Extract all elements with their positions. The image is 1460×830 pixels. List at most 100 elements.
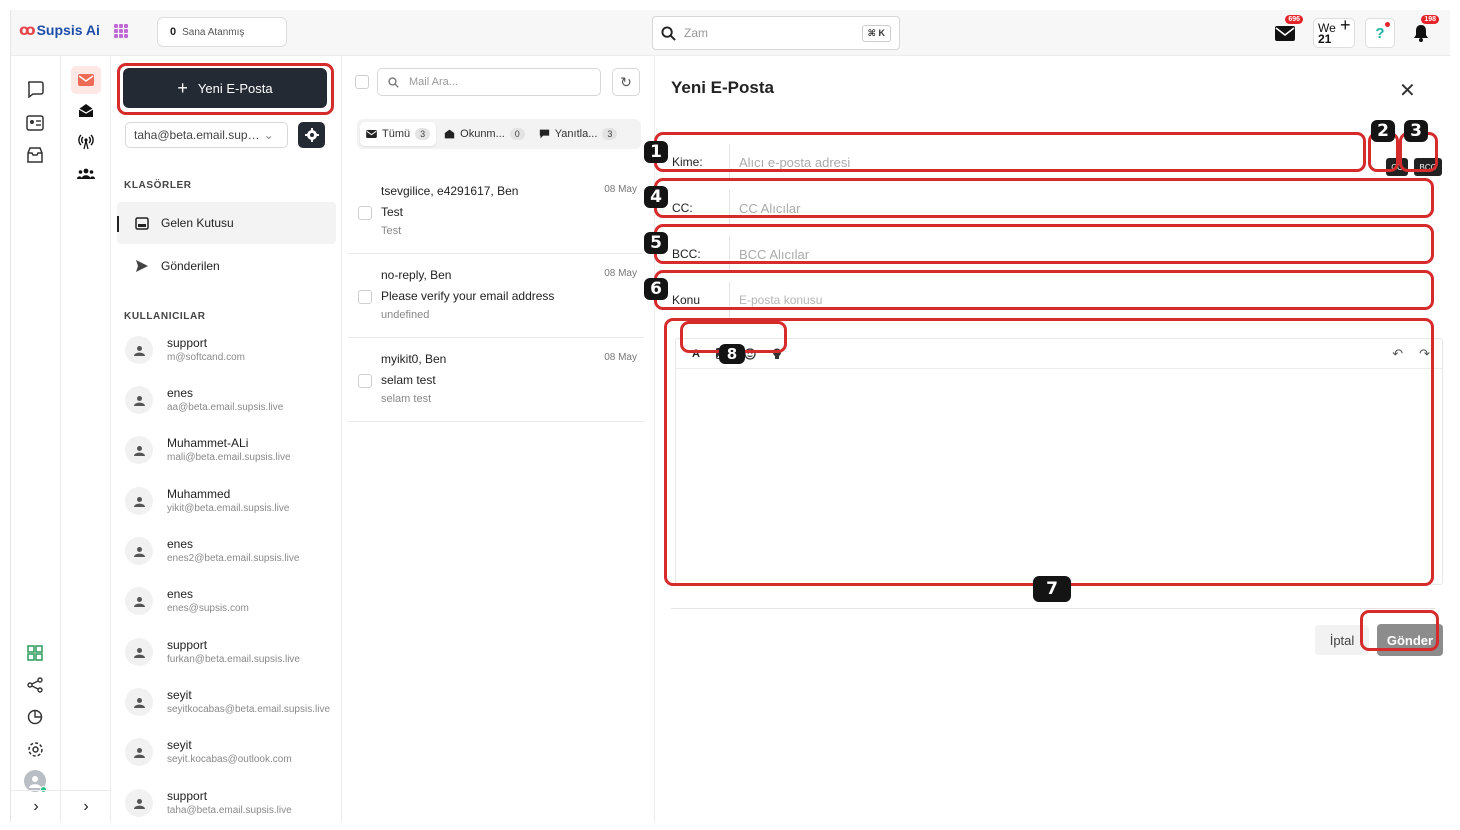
chevron-down-icon: ⌄	[263, 128, 274, 142]
send-icon	[136, 260, 148, 272]
bcc-toggle-button[interactable]: BCC	[1414, 158, 1442, 176]
close-icon: ✕	[1399, 80, 1416, 102]
select-all-checkbox[interactable]	[355, 75, 369, 89]
to-label: Kime:	[672, 155, 703, 169]
user-item[interactable]: enes aa@beta.email.supsis.live	[125, 380, 335, 420]
plus-icon: +	[1340, 15, 1351, 35]
user-item[interactable]: seyit seyit.kocabas@outlook.com	[125, 732, 335, 772]
global-search-input[interactable]: Zam ⌘ K	[652, 16, 900, 50]
emoji-icon[interactable]	[744, 347, 756, 360]
tab-replied[interactable]: Yanıtla... 3	[533, 122, 624, 146]
broadcast-icon[interactable]	[71, 128, 101, 156]
text-format-icon[interactable]: A	[692, 348, 700, 360]
archive-icon[interactable]	[24, 144, 46, 166]
search-icon	[661, 25, 676, 41]
compose-title: Yeni E-Posta	[671, 78, 774, 97]
expand-panel-button[interactable]: ›	[61, 790, 111, 822]
assigned-to-me-button[interactable]: 0 Sana Atanmış	[157, 17, 287, 47]
dashboard-icon[interactable]	[24, 642, 46, 664]
mail-checkbox[interactable]	[358, 290, 372, 304]
reports-icon[interactable]	[24, 706, 46, 728]
tab-count: 3	[415, 128, 431, 140]
mail-checkbox[interactable]	[358, 206, 372, 220]
avatar[interactable]	[24, 770, 47, 793]
open-mail-icon[interactable]	[71, 96, 101, 124]
chat-icon[interactable]	[24, 78, 46, 100]
notification-badge: 198	[1421, 15, 1439, 24]
logo[interactable]: ꝏ Supsis Ai	[19, 21, 100, 39]
mail-item[interactable]: tsevgilice, e4291617, Ben 08 May Test Te…	[348, 170, 644, 254]
mail-date: 08 May	[604, 352, 637, 363]
user-email: seyit.kocabas@outlook.com	[167, 753, 292, 765]
user-item[interactable]: seyit seyitkocabas@beta.email.supsis.live	[125, 682, 335, 722]
annotation-number: 1	[644, 141, 668, 163]
user-item[interactable]: support m@softcand.com	[125, 330, 335, 370]
cancel-button[interactable]: İptal	[1315, 625, 1369, 655]
cc-input[interactable]: CC Alıcılar	[729, 190, 1443, 226]
folder-label: Gelen Kutusu	[161, 216, 234, 230]
mail-sidebar: ›	[61, 56, 111, 822]
user-email: m@softcand.com	[167, 351, 245, 363]
refresh-button[interactable]: ↻	[612, 68, 640, 96]
send-button[interactable]: Gönder	[1377, 624, 1443, 656]
mail-module-button[interactable]	[71, 66, 101, 94]
user-avatar-icon	[125, 436, 153, 464]
user-item[interactable]: Muhammed yikit@beta.email.supsis.live	[125, 481, 335, 521]
mail-from: myikit0, Ben	[381, 352, 447, 366]
undo-icon[interactable]: ↶	[1392, 346, 1403, 362]
mail-preview: Test	[381, 225, 402, 237]
divider	[671, 608, 1435, 609]
expand-sidebar-button[interactable]: ›	[11, 790, 61, 822]
cc-field: CC: CC Alıcılar	[663, 190, 1443, 226]
mail-subject: Test	[381, 205, 404, 219]
user-avatar-icon	[125, 487, 153, 515]
mail-icon	[1275, 25, 1295, 41]
tab-all[interactable]: Tümü 3	[360, 122, 437, 146]
to-input[interactable]: Alıcı e-posta adresi	[729, 144, 1365, 180]
cc-label: CC:	[672, 201, 693, 215]
help-button[interactable]: ?	[1365, 18, 1395, 48]
message-editor[interactable]: A ↶ ↷	[675, 338, 1443, 585]
folder-inbox[interactable]: Gelen Kutusu	[117, 202, 336, 244]
user-item[interactable]: enes enes2@beta.email.supsis.live	[125, 531, 335, 571]
mail-search-input[interactable]: Mail Ara...	[377, 68, 601, 96]
subject-input[interactable]: E-posta konusu	[729, 282, 1443, 318]
mail-notifications-button[interactable]: 696	[1270, 15, 1303, 47]
user-item[interactable]: enes enes@supsis.com	[125, 581, 335, 621]
settings-icon[interactable]	[24, 738, 46, 760]
tab-count: 3	[602, 128, 618, 140]
user-item[interactable]: Muhammet-ALi mali@beta.email.supsis.live	[125, 430, 335, 470]
folder-sent[interactable]: Gönderilen	[117, 245, 336, 287]
search-placeholder: Zam	[684, 26, 708, 40]
subject-label: Konu	[672, 293, 701, 307]
apps-grid-icon[interactable]	[114, 24, 128, 38]
mail-item[interactable]: myikit0, Ben 08 May selam test selam tes…	[348, 338, 644, 422]
notifications-button[interactable]: 198	[1406, 15, 1439, 47]
mail-search-placeholder: Mail Ara...	[409, 76, 458, 88]
workspace-button[interactable]: We + 21	[1313, 15, 1355, 48]
new-email-button[interactable]: + Yeni E-Posta	[123, 68, 327, 108]
mail-item[interactable]: no-reply, Ben 08 May Please verify your …	[348, 254, 644, 338]
share-icon[interactable]	[24, 674, 46, 696]
logo-mark: ꝏ	[19, 22, 36, 39]
subject-field: Konu E-posta konusu	[663, 282, 1443, 318]
account-settings-button[interactable]	[298, 122, 325, 148]
compose-panel: Yeni E-Posta ✕ Kime: Alıcı e-posta adres…	[655, 56, 1450, 822]
top-bar: ꝏ Supsis Ai 0 Sana Atanmış Zam ⌘ K 696 W…	[11, 10, 1450, 56]
user-email: mali@beta.email.supsis.live	[167, 451, 291, 463]
user-item[interactable]: support taha@beta.email.supsis.live	[125, 783, 335, 822]
lightbulb-icon[interactable]	[772, 348, 782, 360]
account-select[interactable]: taha@beta.email.sup… ⌄	[125, 122, 288, 148]
team-icon[interactable]	[71, 160, 101, 188]
close-button[interactable]: ✕	[1399, 78, 1416, 103]
user-item[interactable]: support furkan@beta.email.supsis.live	[125, 632, 335, 672]
contacts-icon[interactable]	[24, 112, 46, 134]
mail-checkbox[interactable]	[358, 374, 372, 388]
tab-count: 0	[509, 128, 525, 140]
user-avatar-icon	[125, 738, 153, 766]
tab-unread[interactable]: Okunm... 0	[438, 122, 531, 146]
refresh-icon: ↻	[620, 73, 632, 90]
bcc-input[interactable]: BCC Alıcılar	[729, 236, 1443, 272]
cc-toggle-button[interactable]: CC	[1386, 158, 1408, 176]
redo-icon[interactable]: ↷	[1419, 346, 1430, 362]
